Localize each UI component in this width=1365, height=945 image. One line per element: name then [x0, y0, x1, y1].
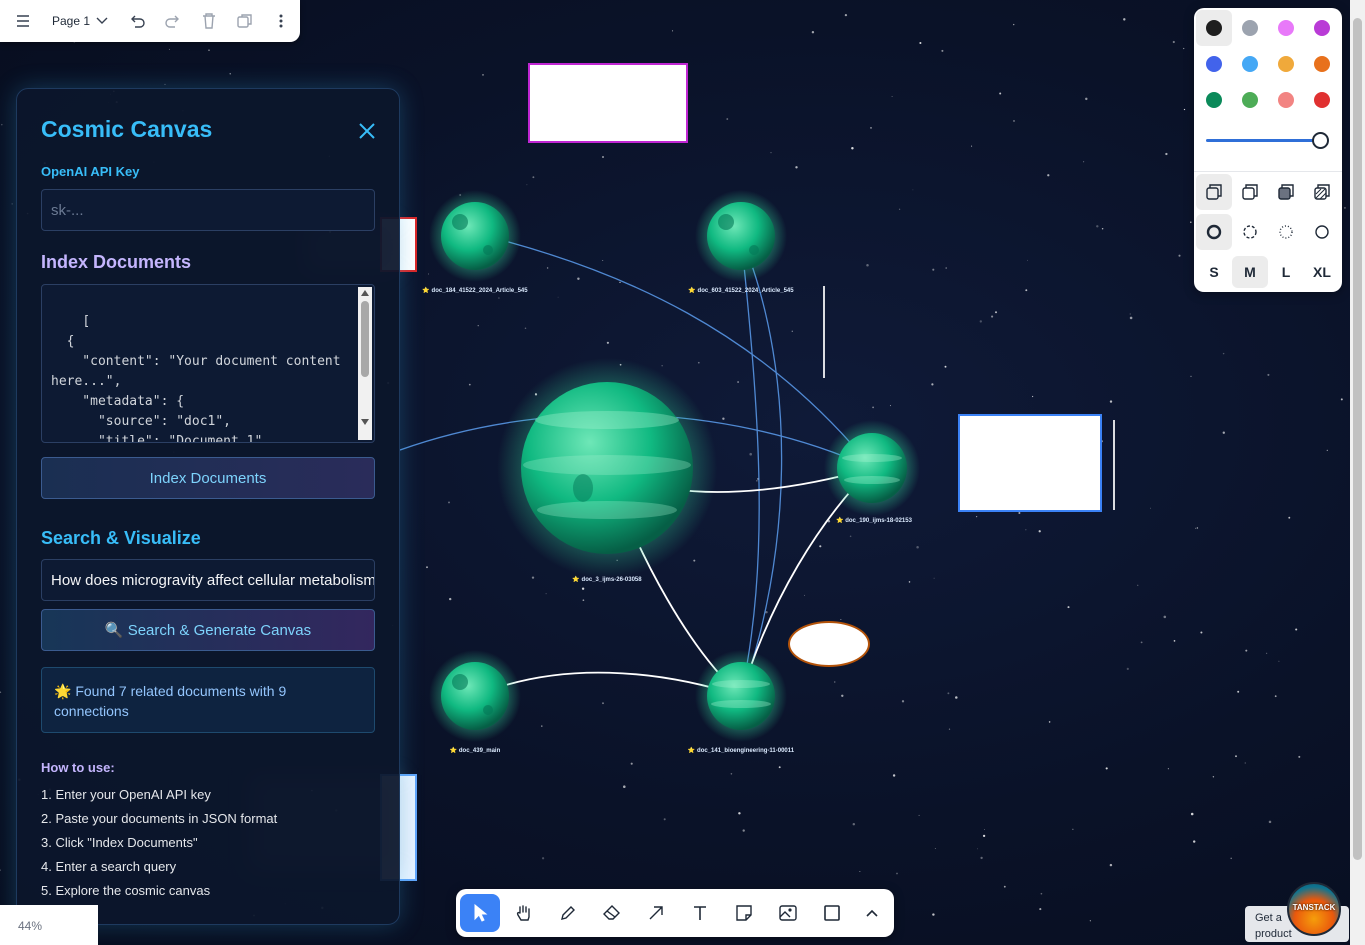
index-section-title: Index Documents: [41, 252, 192, 272]
opacity-slider-track[interactable]: [1206, 139, 1322, 142]
color-swatch-light-violet[interactable]: [1268, 10, 1304, 46]
size-medium-button[interactable]: M: [1232, 256, 1268, 288]
color-swatch-yellow[interactable]: [1268, 46, 1304, 82]
style-panel: S M L XL: [1194, 8, 1342, 292]
howto-title: How to use:: [41, 760, 115, 775]
scroll-up-icon[interactable]: [361, 290, 369, 296]
trash-icon[interactable]: [194, 6, 224, 36]
dash-draw-icon[interactable]: [1196, 214, 1232, 250]
node-label: ⭐ doc_439_main: [450, 746, 501, 754]
style-divider: [1194, 171, 1342, 172]
fill-none-icon[interactable]: [1196, 174, 1232, 210]
text-icon[interactable]: [680, 894, 720, 932]
dash-dashed-icon[interactable]: [1232, 214, 1268, 250]
planet-node[interactable]: [695, 190, 787, 282]
page-selector[interactable]: Page 1: [44, 6, 116, 36]
chevron-down-icon: [96, 17, 108, 24]
page-label: Page 1: [52, 14, 91, 28]
node-label: ⭐ doc_184_41522_2024_Article_545: [422, 286, 528, 294]
fill-semi-icon[interactable]: [1232, 174, 1268, 210]
textarea-content: [ { "content": "Your document content he…: [51, 314, 341, 443]
fill-pattern-icon[interactable]: [1304, 174, 1340, 210]
color-swatch-light-blue[interactable]: [1232, 46, 1268, 82]
fill-solid-icon[interactable]: [1268, 174, 1304, 210]
opacity-slider-thumb[interactable]: [1312, 132, 1329, 149]
howto-step: 2. Paste your documents in JSON format: [41, 811, 278, 826]
search-result-status: 🌟 Found 7 related documents with 9 conne…: [41, 667, 375, 733]
planet-node[interactable]: [695, 650, 787, 742]
dash-solid-icon[interactable]: [1304, 214, 1340, 250]
color-swatch-grey[interactable]: [1232, 10, 1268, 46]
howto-step: 4. Enter a search query: [41, 859, 177, 874]
undo-icon[interactable]: [122, 6, 152, 36]
color-swatch-light-green[interactable]: [1232, 82, 1268, 118]
cosmic-canvas-panel: Cosmic Canvas OpenAI API Key sk-... Inde…: [16, 88, 400, 925]
dash-dotted-icon[interactable]: [1268, 214, 1304, 250]
scroll-down-icon[interactable]: [361, 419, 369, 425]
color-swatch-light-red[interactable]: [1268, 82, 1304, 118]
planet-node[interactable]: [824, 420, 920, 516]
search-input[interactable]: How does microgravity affect cellular me…: [41, 559, 375, 601]
planet-node[interactable]: [429, 650, 521, 742]
size-large-button[interactable]: L: [1268, 256, 1304, 288]
howto-step: 5. Explore the cosmic canvas: [41, 883, 211, 898]
more-vertical-icon[interactable]: [266, 6, 296, 36]
close-icon[interactable]: [357, 121, 377, 141]
color-swatch-black[interactable]: [1196, 10, 1232, 46]
hand-icon[interactable]: [504, 894, 544, 932]
image-icon[interactable]: [768, 894, 808, 932]
color-swatch-violet[interactable]: [1304, 10, 1340, 46]
color-swatch-blue[interactable]: [1196, 46, 1232, 82]
node-label: ⭐ doc_603_41522_2024_Article_545: [688, 286, 794, 294]
pencil-icon[interactable]: [548, 894, 588, 932]
select-icon[interactable]: [460, 894, 500, 932]
eraser-icon[interactable]: [592, 894, 632, 932]
graph-link: [740, 235, 760, 697]
howto-step: 3. Click "Index Documents": [41, 835, 198, 850]
color-swatch-red[interactable]: [1304, 82, 1340, 118]
size-xl-button[interactable]: XL: [1304, 256, 1340, 288]
page-scrollbar[interactable]: [1350, 0, 1365, 945]
color-swatch-orange[interactable]: [1304, 46, 1340, 82]
arrow-icon[interactable]: [636, 894, 676, 932]
menu-icon[interactable]: [8, 6, 38, 36]
promo-text: Get a product: [1255, 912, 1292, 940]
zoom-indicator[interactable]: 44%: [0, 905, 98, 945]
search-section-title: Search & Visualize: [41, 528, 201, 548]
duplicate-icon[interactable]: [230, 6, 260, 36]
node-label: ⭐ doc_3_ijms-26-03058: [572, 575, 642, 583]
color-swatch-green[interactable]: [1196, 82, 1232, 118]
zoom-value: 44%: [18, 919, 43, 933]
textarea-scroll-thumb[interactable]: [361, 301, 369, 377]
bottom-toolbar: [456, 889, 894, 937]
node-label: ⭐ doc_141_bioengineering-11-00011: [688, 746, 795, 754]
planet-node-large[interactable]: [497, 358, 717, 578]
howto-list: 1. Enter your OpenAI API key 2. Paste yo…: [41, 786, 277, 906]
planet-node[interactable]: [429, 190, 521, 282]
howto-step: 1. Enter your OpenAI API key: [41, 787, 211, 802]
size-small-button[interactable]: S: [1196, 256, 1232, 288]
documents-textarea[interactable]: [ { "content": "Your document content he…: [41, 284, 375, 443]
api-key-label: OpenAI API Key: [41, 164, 140, 179]
index-documents-button[interactable]: Index Documents: [41, 457, 375, 499]
tanstack-logo-text: TANSTACK: [1292, 903, 1336, 912]
node-label: ⭐ doc_190_ijms-18-02153: [836, 516, 913, 524]
chevron-up-icon[interactable]: [854, 894, 890, 932]
textarea-scrollbar[interactable]: [358, 287, 372, 440]
search-generate-button[interactable]: 🔍 Search & Generate Canvas: [41, 609, 375, 651]
redo-icon[interactable]: [158, 6, 188, 36]
rectangle-icon[interactable]: [812, 894, 852, 932]
page-scroll-thumb[interactable]: [1353, 18, 1362, 860]
note-icon[interactable]: [724, 894, 764, 932]
api-key-input[interactable]: sk-...: [41, 189, 375, 231]
top-menubar: Page 1: [0, 0, 300, 42]
panel-title: Cosmic Canvas: [41, 116, 213, 142]
